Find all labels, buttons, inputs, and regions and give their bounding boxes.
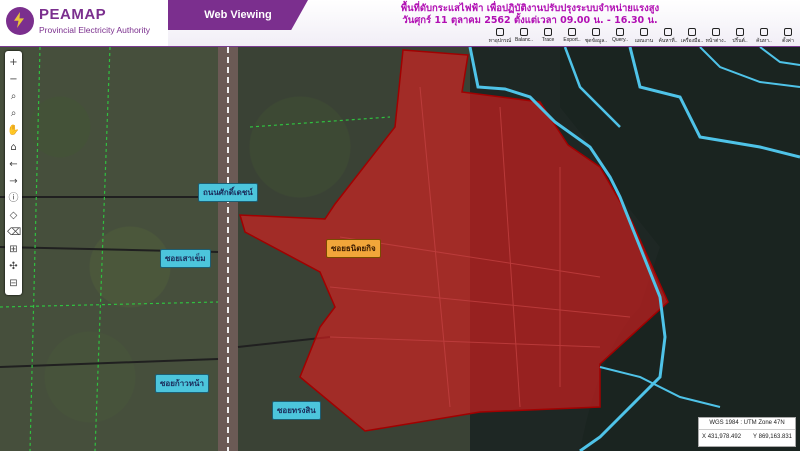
find-place-icon (664, 28, 672, 36)
toolbar-button[interactable]: Query.. (608, 27, 632, 46)
select-icon[interactable]: ◇ (7, 209, 20, 222)
toolbar-button[interactable]: แผนงาน (632, 27, 656, 46)
dataset-icon (592, 28, 600, 36)
toolbar-button[interactable]: ค้นหา.. (752, 27, 776, 46)
toolbar-button-label: หาอุปกรณ์ (488, 38, 512, 44)
settings-icon (784, 28, 792, 36)
zoom-out-box-icon[interactable]: ⌕ (7, 107, 20, 120)
toolbar-button-label: เครื่องมือ.. (680, 38, 704, 44)
y-value: 869,163.831 (758, 434, 792, 440)
map-tools-sidebar: + − ⌕ ⌕ ✋ ⌂ ← → ⓘ ◇ ⌫ ⊞ ✣ ⊟ (5, 51, 22, 295)
toolbar-button-label: Export.. (563, 37, 581, 43)
export-icon (568, 28, 576, 36)
announcement: พื้นที่ดับกระแสไฟฟ้า เพื่อปฏิบัติงานปรับ… (300, 0, 760, 27)
announcement-line2: วันศุกร์ 11 ตุลาคม 2562 ตั้งแต่เวลา 09.0… (402, 15, 658, 26)
coordinate-readout: WGS 1984 : UTM Zone 47N X 431,978.492 Y … (698, 417, 796, 447)
toolbar-button[interactable]: ปริ้นต์.. (728, 27, 752, 46)
print-icon (736, 28, 744, 36)
zoom-out-icon[interactable]: − (7, 73, 20, 86)
toolbar-button-label: Trace (541, 37, 555, 43)
identify-icon[interactable]: ⓘ (7, 192, 20, 205)
clear-icon[interactable]: ⌫ (7, 226, 21, 239)
balance-icon (520, 28, 528, 36)
toolbar-button-label: ชุดข้อมูล.. (584, 38, 608, 44)
toolbar-button[interactable]: Balanc.. (512, 27, 536, 46)
app-mode-tab: Web Viewing (168, 0, 308, 30)
tools-icon (688, 28, 696, 36)
road-label: ถนนศักดิ์เดชน์ (198, 183, 258, 202)
road-label: ซอยเสาเข็ม (160, 249, 211, 268)
toolbar-button-label: ตั้งค่า (782, 38, 794, 44)
plan-icon (640, 28, 648, 36)
window-icon (712, 28, 720, 36)
toolbar-button[interactable]: ชุดข้อมูล.. (584, 27, 608, 46)
toolbar-button[interactable]: หาอุปกรณ์ (488, 27, 512, 46)
outage-area-label: ซอยธนิตยกิจ (326, 239, 381, 258)
next-extent-icon[interactable]: → (7, 175, 20, 188)
coordinate-system: WGS 1984 : UTM Zone 47N (699, 418, 795, 430)
layer-icon[interactable]: ⊟ (7, 277, 20, 290)
announcement-line1: พื้นที่ดับกระแสไฟฟ้า เพื่อปฏิบัติงานปรับ… (400, 3, 660, 14)
pea-logo[interactable]: PEAMAP Provincial Electricity Authority (0, 0, 168, 46)
zoom-box-icon[interactable]: ⌕ (7, 90, 20, 103)
toolbar: หาอุปกรณ์ Balanc.. Trace Export.. ชุดข้อมูล.… (488, 27, 800, 46)
toolbar-button-label: แผนงาน (634, 38, 654, 44)
toolbar-button-label: ปริ้นต์.. (732, 38, 748, 44)
app-header: PEAMAP Provincial Electricity Authority … (0, 0, 800, 48)
y-label: Y (752, 434, 757, 440)
toolbar-button-label: ค้นหาที่.. (658, 38, 678, 44)
toolbar-button-label: หน้าต่าง.. (705, 38, 727, 44)
toolbar-button[interactable]: Trace (536, 27, 560, 46)
zoom-in-icon[interactable]: + (7, 56, 20, 69)
x-value: 431,978.492 (707, 434, 742, 440)
pea-logo-icon (6, 7, 34, 35)
previous-extent-icon[interactable]: ← (7, 158, 20, 171)
pan-icon[interactable]: ✋ (7, 124, 20, 137)
toolbar-button[interactable]: ตั้งค่า (776, 27, 800, 46)
toolbar-button[interactable]: ค้นหาที่.. (656, 27, 680, 46)
locate-icon[interactable]: ✣ (7, 260, 20, 273)
search-icon (760, 28, 768, 36)
road-label: ซอยก้าวหน้า (155, 374, 209, 393)
query-icon (616, 28, 624, 36)
trace-icon (544, 28, 552, 36)
x-label: X (702, 434, 707, 440)
toolbar-button[interactable]: Export.. (560, 27, 584, 46)
measure-icon[interactable]: ⊞ (7, 243, 20, 256)
toolbar-button-label: ค้นหา.. (756, 38, 772, 44)
toolbar-button-label: Balanc.. (514, 37, 534, 43)
logo-title: PEAMAP (39, 6, 107, 23)
toolbar-button[interactable]: เครื่องมือ.. (680, 27, 704, 46)
map-canvas[interactable] (0, 47, 800, 451)
full-extent-icon[interactable]: ⌂ (7, 141, 20, 154)
map-view[interactable]: ถนนศักดิ์เดชน์ ซอยเสาเข็ม ซอยก้าวหน้า ซอ… (0, 47, 800, 451)
toolbar-button-label: Query.. (611, 37, 629, 43)
search-device-icon (496, 28, 504, 36)
toolbar-button[interactable]: หน้าต่าง.. (704, 27, 728, 46)
logo-subtitle: Provincial Electricity Authority (39, 25, 151, 35)
road-label: ซอยทรงสิน (272, 401, 321, 420)
